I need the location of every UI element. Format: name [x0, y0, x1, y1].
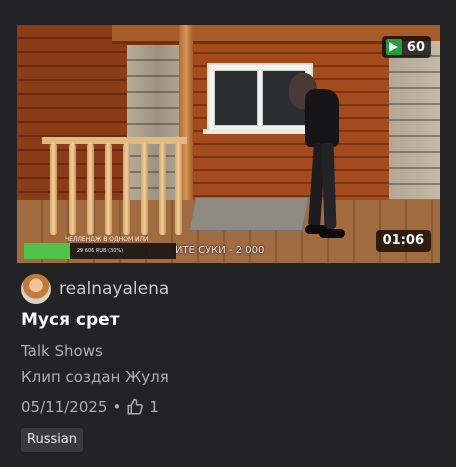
like-count: 1 [149, 398, 159, 416]
stream-overlay-caption: ЧЕЛЛЕНДЖ В ОДНОМ ИЛИ [65, 236, 149, 243]
tag-russian[interactable]: Russian [21, 428, 84, 452]
clip-thumbnail[interactable]: ЧЕЛЛЕНДЖ В ОДНОМ ИЛИ 29 606 RUB (30%) ИТ… [17, 25, 440, 263]
clip-card: ЧЕЛЛЕНДЖ В ОДНОМ ИЛИ 29 606 RUB (30%) ИТ… [0, 0, 456, 467]
play-icon [385, 39, 402, 55]
thumbs-up-icon[interactable] [126, 398, 144, 416]
channel-name[interactable]: realnayalena [59, 279, 169, 299]
avatar[interactable] [21, 274, 51, 304]
thumbnail-image [17, 25, 440, 263]
view-count-badge: 60 [381, 36, 431, 58]
clip-meta: 05/11/2025 • 1 [21, 396, 159, 418]
donation-goal-amount: 29 606 RUB (30%) [76, 248, 124, 254]
channel-link[interactable]: realnayalena [21, 273, 169, 305]
view-count: 60 [406, 39, 425, 55]
clip-title[interactable]: Муся срет [21, 310, 120, 330]
clip-date: 05/11/2025 [21, 398, 108, 416]
donation-goal-bar: 29 606 RUB (30%) [24, 243, 176, 259]
category-link[interactable]: Talk Shows [21, 342, 103, 360]
meta-separator: • [112, 398, 122, 416]
clip-creator: Клип создан Жуля [21, 368, 169, 386]
stream-overlay-ticker: ИТЕ СУКИ - 2 000 [175, 245, 265, 256]
duration-badge: 01:06 [375, 230, 431, 252]
